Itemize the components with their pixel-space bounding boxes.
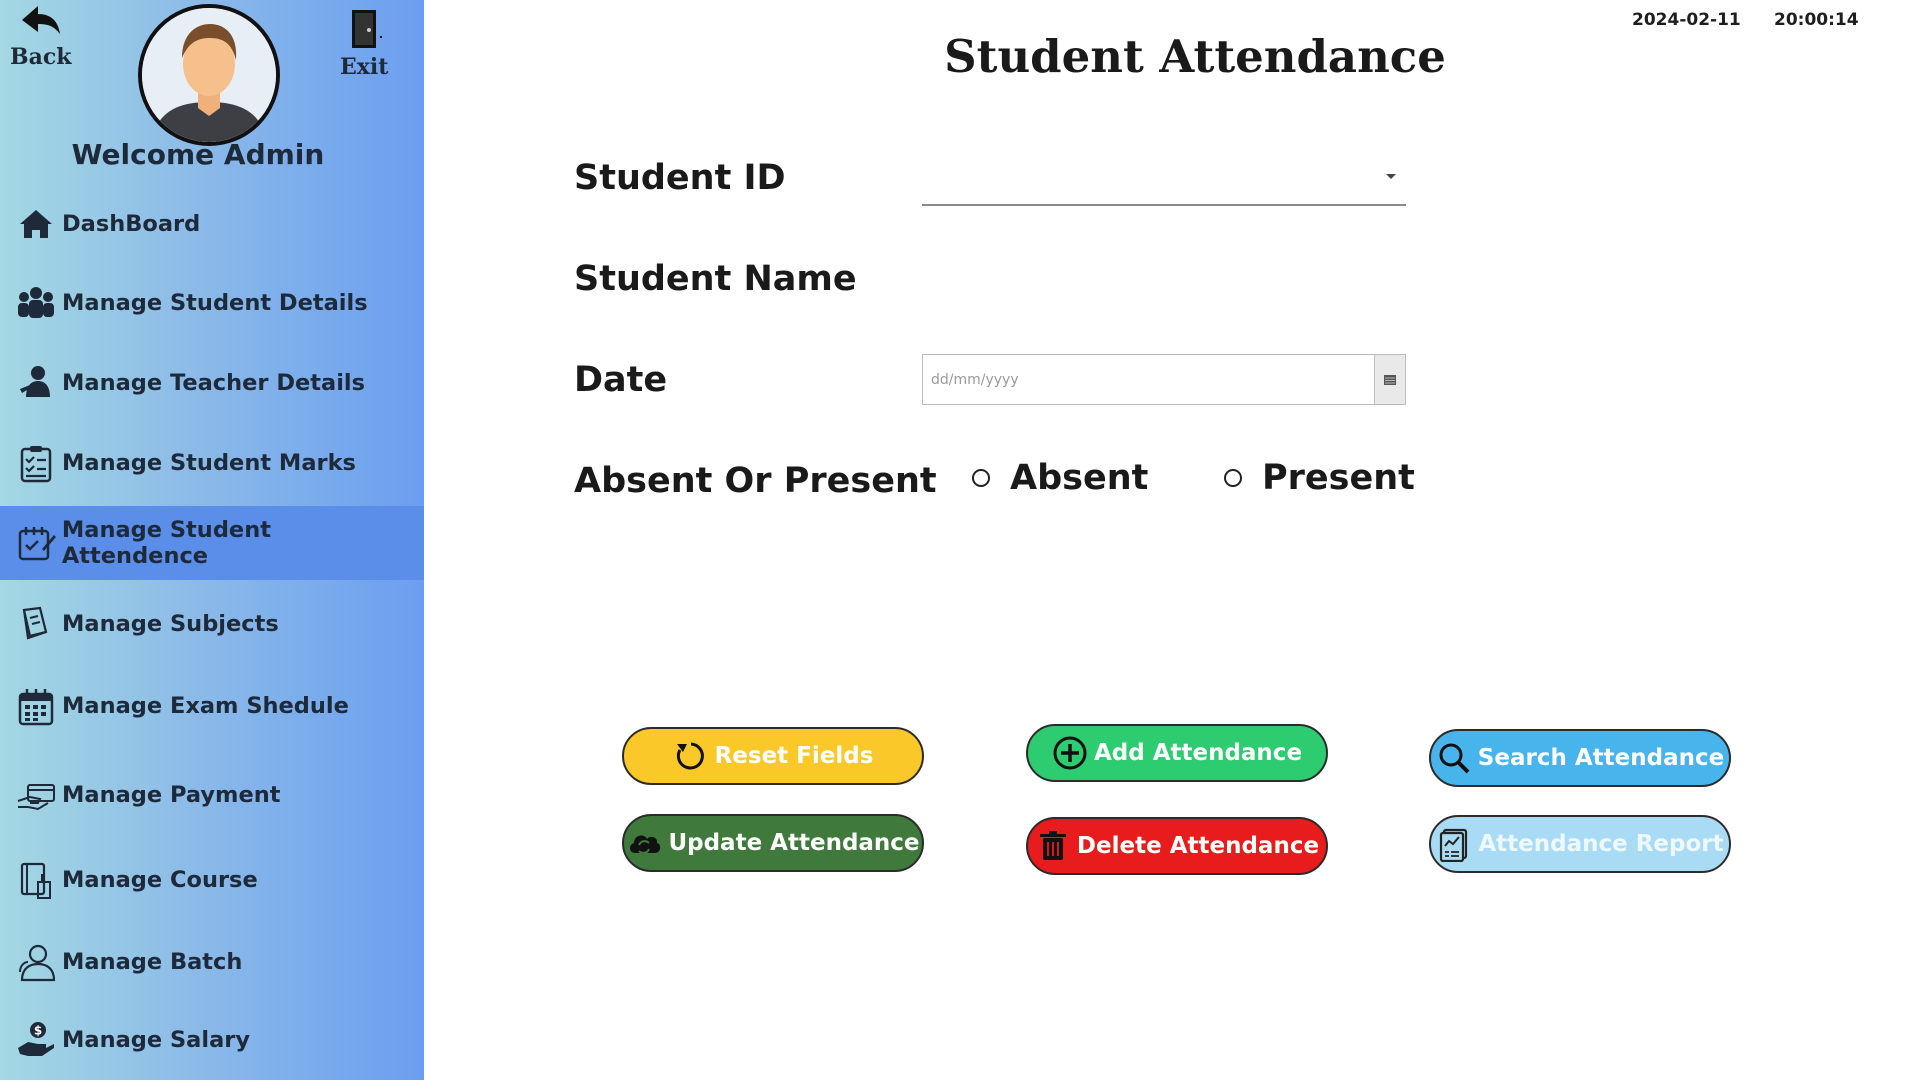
back-button[interactable]: Back xyxy=(10,4,72,70)
sidebar-item-label: Manage Salary xyxy=(62,1027,251,1053)
attendance-calendar-icon xyxy=(14,521,58,565)
search-attendance-button[interactable]: Search Attendance xyxy=(1429,729,1731,787)
avatar xyxy=(138,4,280,146)
sidebar-item-teacher-details[interactable]: Manage Teacher Details xyxy=(0,346,424,420)
sidebar-item-label: DashBoard xyxy=(62,211,201,237)
plus-circle-icon xyxy=(1052,735,1088,771)
sidebar-item-student-attendence[interactable]: Manage Student Attendence xyxy=(0,506,424,580)
sidebar-item-dashboard[interactable]: DashBoard xyxy=(0,187,424,261)
delete-attendance-label: Delete Attendance xyxy=(1076,833,1320,859)
radio-absent[interactable]: Absent xyxy=(972,458,1148,498)
sidebar-item-label: Manage Teacher Details xyxy=(62,370,366,396)
sidebar-item-label: Manage Subjects xyxy=(62,611,279,637)
svg-text:$: $ xyxy=(34,1024,42,1038)
attendance-report-button[interactable]: Attendance Report xyxy=(1429,815,1731,873)
exit-label: Exit xyxy=(340,54,389,80)
calendar-icon xyxy=(1384,370,1396,389)
reset-fields-button[interactable]: Reset Fields xyxy=(622,727,924,785)
sidebar-item-label: Manage Student Details xyxy=(62,290,368,316)
trash-icon xyxy=(1035,828,1071,864)
student-name-label: Student Name xyxy=(574,259,857,299)
date-label: Date xyxy=(574,360,668,400)
users-icon xyxy=(14,940,58,984)
sidebar-item-exam-shedule[interactable]: Manage Exam Shedule xyxy=(0,669,424,743)
radio-present-label: Present xyxy=(1262,458,1415,498)
sidebar-item-course[interactable]: Manage Course xyxy=(0,843,424,917)
sidebar: Back Exit Welcome Admin DashBoard Manage… xyxy=(0,0,424,1080)
radio-absent-label: Absent xyxy=(1010,458,1149,498)
time-display: 20:00:14 xyxy=(1774,10,1859,30)
sidebar-item-student-marks[interactable]: Manage Student Marks xyxy=(0,426,424,500)
sidebar-item-label: Manage Exam Shedule xyxy=(62,693,349,719)
date-display: 2024-02-11 xyxy=(1632,10,1741,30)
checklist-icon xyxy=(14,441,58,485)
delete-attendance-button[interactable]: Delete Attendance xyxy=(1026,817,1328,875)
status-label: Absent Or Present xyxy=(574,461,937,501)
add-attendance-button[interactable]: Add Attendance xyxy=(1026,724,1328,782)
refresh-icon xyxy=(673,738,709,774)
search-attendance-label: Search Attendance xyxy=(1477,745,1725,771)
payment-hand-icon xyxy=(14,773,58,817)
add-attendance-label: Add Attendance xyxy=(1093,740,1303,766)
sidebar-item-label: Manage Course xyxy=(62,867,258,893)
sidebar-item-salary[interactable]: $ Manage Salary xyxy=(0,1003,424,1077)
student-id-label: Student ID xyxy=(574,158,786,198)
date-input[interactable] xyxy=(923,355,1374,404)
sidebar-item-label: Manage Payment xyxy=(62,782,281,808)
cloud-sync-icon xyxy=(626,825,662,861)
sidebar-item-label: Manage Student Attendence xyxy=(61,517,271,569)
reset-fields-label: Reset Fields xyxy=(714,743,874,769)
calendar-icon xyxy=(14,684,58,728)
update-attendance-label: Update Attendance xyxy=(668,830,920,856)
search-icon xyxy=(1436,740,1472,776)
salary-hand-icon: $ xyxy=(14,1018,58,1062)
sidebar-item-label: Manage Batch xyxy=(62,949,243,975)
exit-button[interactable]: Exit xyxy=(340,8,388,80)
home-icon xyxy=(14,202,58,246)
sidebar-item-payment[interactable]: Manage Payment xyxy=(0,758,424,832)
sidebar-item-label: Manage Student Marks xyxy=(62,450,356,476)
date-picker xyxy=(922,354,1406,405)
calendar-button[interactable] xyxy=(1374,355,1405,404)
teacher-icon xyxy=(14,361,58,405)
radio-circle xyxy=(972,469,990,487)
chevron-down-icon xyxy=(1386,174,1396,179)
sidebar-item-subjects[interactable]: Manage Subjects xyxy=(0,587,424,661)
radio-circle xyxy=(1224,469,1242,487)
sidebar-item-student-details[interactable]: Manage Student Details xyxy=(0,266,424,340)
page-title: Student Attendance xyxy=(944,30,1446,83)
book-icon xyxy=(14,602,58,646)
student-id-dropdown[interactable] xyxy=(922,150,1406,206)
update-attendance-button[interactable]: Update Attendance xyxy=(622,814,924,872)
group-icon xyxy=(14,281,58,325)
report-icon xyxy=(1436,826,1472,862)
welcome-text: Welcome Admin xyxy=(71,138,325,171)
course-icon xyxy=(14,858,58,902)
back-label: Back xyxy=(10,44,72,70)
door-exit-icon xyxy=(344,8,384,54)
back-arrow-icon xyxy=(18,4,64,44)
sidebar-item-batch[interactable]: Manage Batch xyxy=(0,925,424,999)
radio-present[interactable]: Present xyxy=(1224,458,1415,498)
attendance-report-label: Attendance Report xyxy=(1478,831,1724,857)
